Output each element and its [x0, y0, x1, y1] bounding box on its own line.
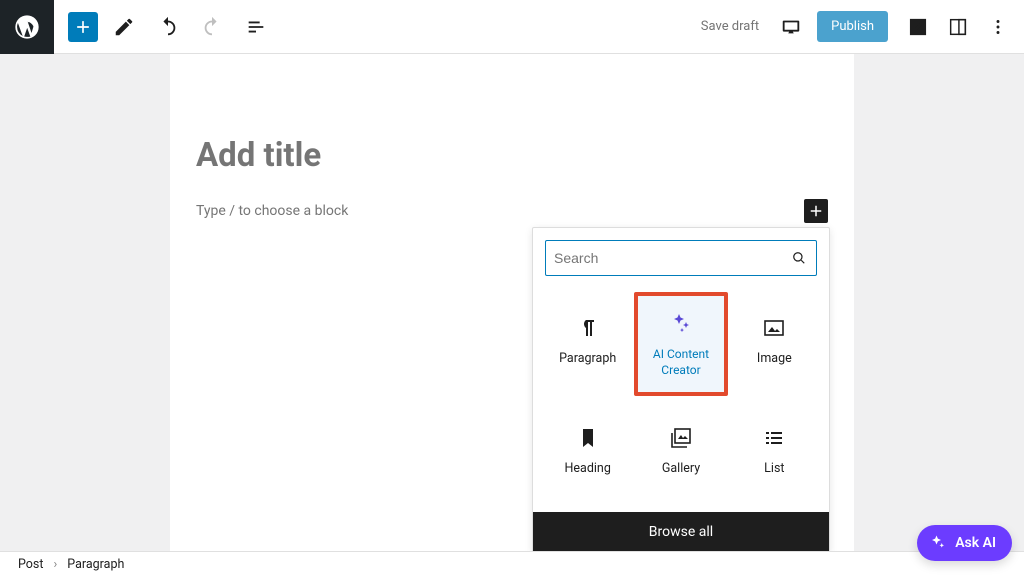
gallery-icon — [668, 425, 694, 451]
add-block-button[interactable] — [804, 199, 828, 223]
block-gallery-label: Gallery — [662, 461, 700, 478]
settings-sidebar-button[interactable] — [940, 9, 976, 45]
block-inserter-toggle[interactable] — [68, 12, 98, 42]
sparkles-icon — [668, 310, 694, 336]
block-inserter-popover: Paragraph AI Content Creator Image Headi… — [532, 227, 830, 553]
block-paragraph[interactable]: Paragraph — [541, 292, 634, 390]
document-overview-button[interactable] — [238, 9, 274, 45]
tools-button[interactable] — [106, 9, 142, 45]
outline-icon — [245, 16, 267, 38]
plus-icon — [807, 202, 825, 220]
edit-in-box-icon — [907, 16, 929, 38]
breadcrumb-current[interactable]: Paragraph — [67, 557, 124, 572]
list-icon — [761, 425, 787, 451]
search-input[interactable] — [554, 250, 790, 266]
block-heading-label: Heading — [564, 461, 610, 478]
pencil-icon — [113, 16, 135, 38]
block-list[interactable]: List — [728, 402, 821, 500]
heading-icon — [575, 425, 601, 451]
paragraph-icon — [575, 315, 601, 341]
more-options-button[interactable] — [980, 9, 1016, 45]
ask-ai-label: Ask AI — [955, 535, 996, 551]
post-title-input[interactable]: Add title — [196, 136, 321, 175]
browse-all-button[interactable]: Browse all — [533, 512, 829, 552]
editor-canvas-bg: Add title Type / to choose a block — [0, 54, 1024, 551]
block-gallery[interactable]: Gallery — [634, 402, 727, 500]
inserter-search-wrap — [533, 228, 829, 288]
inserter-search-field[interactable] — [545, 240, 817, 276]
sidebar-icon — [947, 16, 969, 38]
chevron-right-icon: › — [53, 557, 57, 572]
toolbar-left-group — [0, 0, 274, 53]
block-paragraph-label: Paragraph — [559, 351, 616, 368]
block-prompt-row: Type / to choose a block — [196, 199, 828, 223]
publish-button[interactable]: Publish — [817, 11, 888, 42]
block-prompt-text[interactable]: Type / to choose a block — [196, 203, 348, 219]
device-icon — [780, 16, 802, 38]
block-grid: Paragraph AI Content Creator Image Headi… — [533, 288, 829, 512]
kebab-icon — [987, 16, 1009, 38]
block-ai-content-creator[interactable]: AI Content Creator — [634, 292, 727, 396]
top-toolbar: Save draft Publish — [0, 0, 1024, 54]
sparkles-icon — [929, 534, 947, 552]
undo-icon — [157, 16, 179, 38]
save-draft-button[interactable]: Save draft — [691, 13, 769, 40]
redo-icon — [201, 16, 223, 38]
redo-button[interactable] — [194, 9, 230, 45]
block-ai-label: AI Content Creator — [642, 346, 719, 378]
breadcrumb-root[interactable]: Post — [18, 557, 43, 572]
block-list-label: List — [764, 461, 784, 478]
wordpress-logo[interactable] — [0, 0, 54, 54]
undo-button[interactable] — [150, 9, 186, 45]
jetpack-button[interactable] — [900, 9, 936, 45]
block-image[interactable]: Image — [728, 292, 821, 390]
toolbar-right-group: Save draft Publish — [691, 9, 1016, 45]
breadcrumb: Post › Paragraph — [0, 551, 1024, 577]
plus-icon — [73, 17, 93, 37]
image-icon — [761, 315, 787, 341]
ask-ai-button[interactable]: Ask AI — [917, 525, 1012, 561]
search-icon — [790, 249, 808, 267]
block-image-label: Image — [757, 351, 792, 368]
block-heading[interactable]: Heading — [541, 402, 634, 500]
preview-button[interactable] — [773, 9, 809, 45]
wordpress-icon — [13, 13, 41, 41]
